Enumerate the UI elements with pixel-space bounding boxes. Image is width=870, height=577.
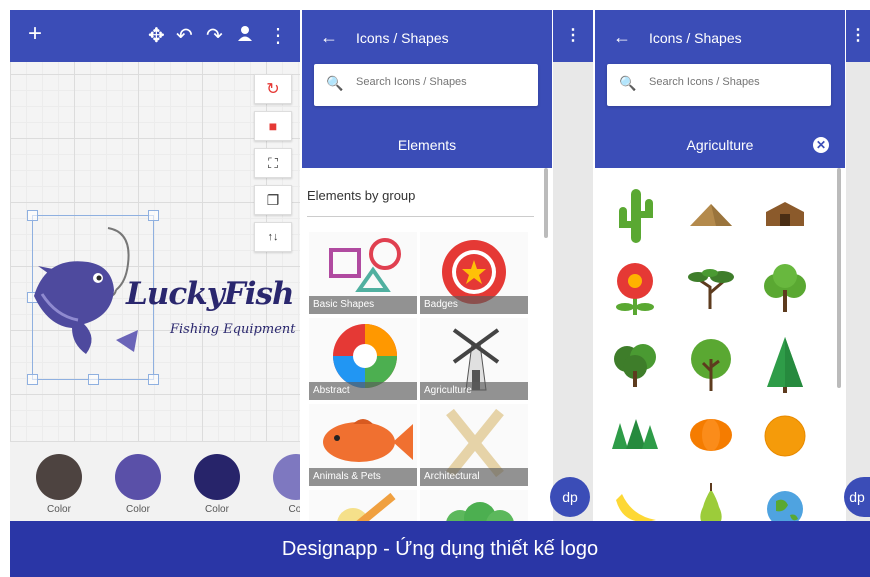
search-icon: 🔍 <box>326 75 344 91</box>
side-strip: ⋮ <box>846 10 870 521</box>
color-swatch-bar: Color Color Color Col <box>10 441 300 521</box>
caption-banner: Designapp - Ứng dụng thiết kế logo <box>10 521 870 577</box>
elements-group-heading: Elements by group <box>307 188 416 203</box>
logo-fab-button[interactable]: dp <box>550 477 590 517</box>
banana-icon[interactable] <box>605 478 665 521</box>
elements-tile[interactable]: Architectural <box>420 404 528 486</box>
elements-tile[interactable]: Animals & Pets <box>309 404 417 486</box>
editor-tool-column: ↻ ■ ⛶ ❐ ↑↓ <box>254 74 292 259</box>
agriculture-appbar-title: Icons / Shapes <box>649 30 742 46</box>
editor-appbar: + ✥ ↶ ↷ ⋮ <box>10 10 300 62</box>
elements-screen: ← Icons / Shapes Elements 🔍 Elements by … <box>302 10 552 521</box>
color-swatch[interactable] <box>115 454 161 500</box>
copy-icon: ❐ <box>266 191 280 208</box>
close-icon[interactable]: ✕ <box>813 137 829 153</box>
tile-caption: Abstract <box>309 382 417 400</box>
agriculture-section-title: Agriculture <box>686 137 754 153</box>
more-icon[interactable]: ⋮ <box>553 10 593 62</box>
pear-icon[interactable] <box>681 478 741 521</box>
selection-handle[interactable] <box>148 210 159 221</box>
color-swatch-label: Color <box>47 504 71 515</box>
delete-button[interactable]: ■ <box>254 111 292 141</box>
tile-caption: Architectural <box>420 468 528 486</box>
fit-icon: ⛶ <box>268 154 278 171</box>
fit-button[interactable]: ⛶ <box>254 148 292 178</box>
elements-tile[interactable]: Basic Shapes <box>309 232 417 314</box>
elements-tile[interactable] <box>309 490 417 521</box>
editor-screen: + ✥ ↶ ↷ ⋮ ↻ ■ ⛶ ❐ ↑↓ LuckyFish Fishing E… <box>10 10 300 521</box>
person-icon[interactable] <box>236 24 254 48</box>
cactus-icon[interactable] <box>605 185 665 245</box>
color-swatch[interactable] <box>194 454 240 500</box>
color-swatch-label: Color <box>126 504 150 515</box>
tile-caption: Basic Shapes <box>309 296 417 314</box>
refresh-icon: ↻ <box>266 81 280 98</box>
acacia-tree-icon[interactable] <box>681 259 741 319</box>
pine-group-icon[interactable] <box>605 405 665 465</box>
logo-brand-text: LuckyFish <box>126 276 294 312</box>
bush-tree-icon[interactable] <box>605 335 665 395</box>
selection-handle[interactable] <box>88 374 99 385</box>
pine-tree-icon[interactable] <box>755 335 815 395</box>
search-icon: 🔍 <box>619 75 637 91</box>
tile-caption: Badges <box>420 296 528 314</box>
tile-caption: Animals & Pets <box>309 468 417 486</box>
agriculture-search-input[interactable] <box>649 76 819 88</box>
back-arrow-icon[interactable]: ← <box>613 25 631 49</box>
more-icon[interactable]: ⋮ <box>846 10 870 62</box>
selection-handle[interactable] <box>148 374 159 385</box>
elements-search-box: 🔍 <box>314 64 538 106</box>
elements-section-title: Elements <box>397 137 457 153</box>
scrollbar[interactable] <box>544 168 548 238</box>
redo-icon[interactable]: ↷ <box>206 24 223 48</box>
elements-tile[interactable]: Badges <box>420 232 528 314</box>
agriculture-search-box: 🔍 <box>607 64 831 106</box>
copy-button[interactable]: ❐ <box>254 185 292 215</box>
elements-tile[interactable] <box>420 490 528 521</box>
orange-icon[interactable] <box>755 405 815 465</box>
divider <box>307 216 534 217</box>
scrollbar[interactable] <box>837 168 841 388</box>
side-strip: ⋮ <box>553 10 593 521</box>
delete-icon: ■ <box>268 118 278 134</box>
swap-button[interactable]: ↑↓ <box>254 222 292 252</box>
color-swatch-label: Color <box>205 504 229 515</box>
mound-icon[interactable] <box>681 185 741 245</box>
selection-handle[interactable] <box>27 374 38 385</box>
flower-icon[interactable] <box>605 259 665 319</box>
bushes-icon <box>446 502 514 521</box>
logo-tagline-text: Fishing Equipment <box>170 322 296 337</box>
pencil-icon <box>337 492 396 521</box>
refresh-button[interactable]: ↻ <box>254 74 292 104</box>
undo-icon[interactable]: ↶ <box>176 24 193 48</box>
tree-icon[interactable] <box>681 335 741 395</box>
back-arrow-icon[interactable]: ← <box>320 25 338 49</box>
color-swatch-label: Col <box>288 504 300 515</box>
more-icon[interactable]: ⋮ <box>268 24 288 48</box>
swap-icon: ↑↓ <box>267 231 279 243</box>
tile-caption: Agriculture <box>420 382 528 400</box>
add-icon[interactable]: + <box>28 22 42 46</box>
elements-search-input[interactable] <box>356 76 526 88</box>
round-tree-icon[interactable] <box>755 259 815 319</box>
elements-tile[interactable]: Abstract <box>309 318 417 400</box>
color-swatch[interactable] <box>273 454 300 500</box>
globe-icon[interactable] <box>755 478 815 521</box>
agriculture-screen: ← Icons / Shapes Agriculture ✕ 🔍 <box>595 10 845 521</box>
color-swatch[interactable] <box>36 454 82 500</box>
barn-icon[interactable] <box>755 185 815 245</box>
pumpkin-icon[interactable] <box>681 405 741 465</box>
elements-tile[interactable]: Agriculture <box>420 318 528 400</box>
elements-appbar-title: Icons / Shapes <box>356 30 449 46</box>
move-icon[interactable]: ✥ <box>148 24 165 48</box>
